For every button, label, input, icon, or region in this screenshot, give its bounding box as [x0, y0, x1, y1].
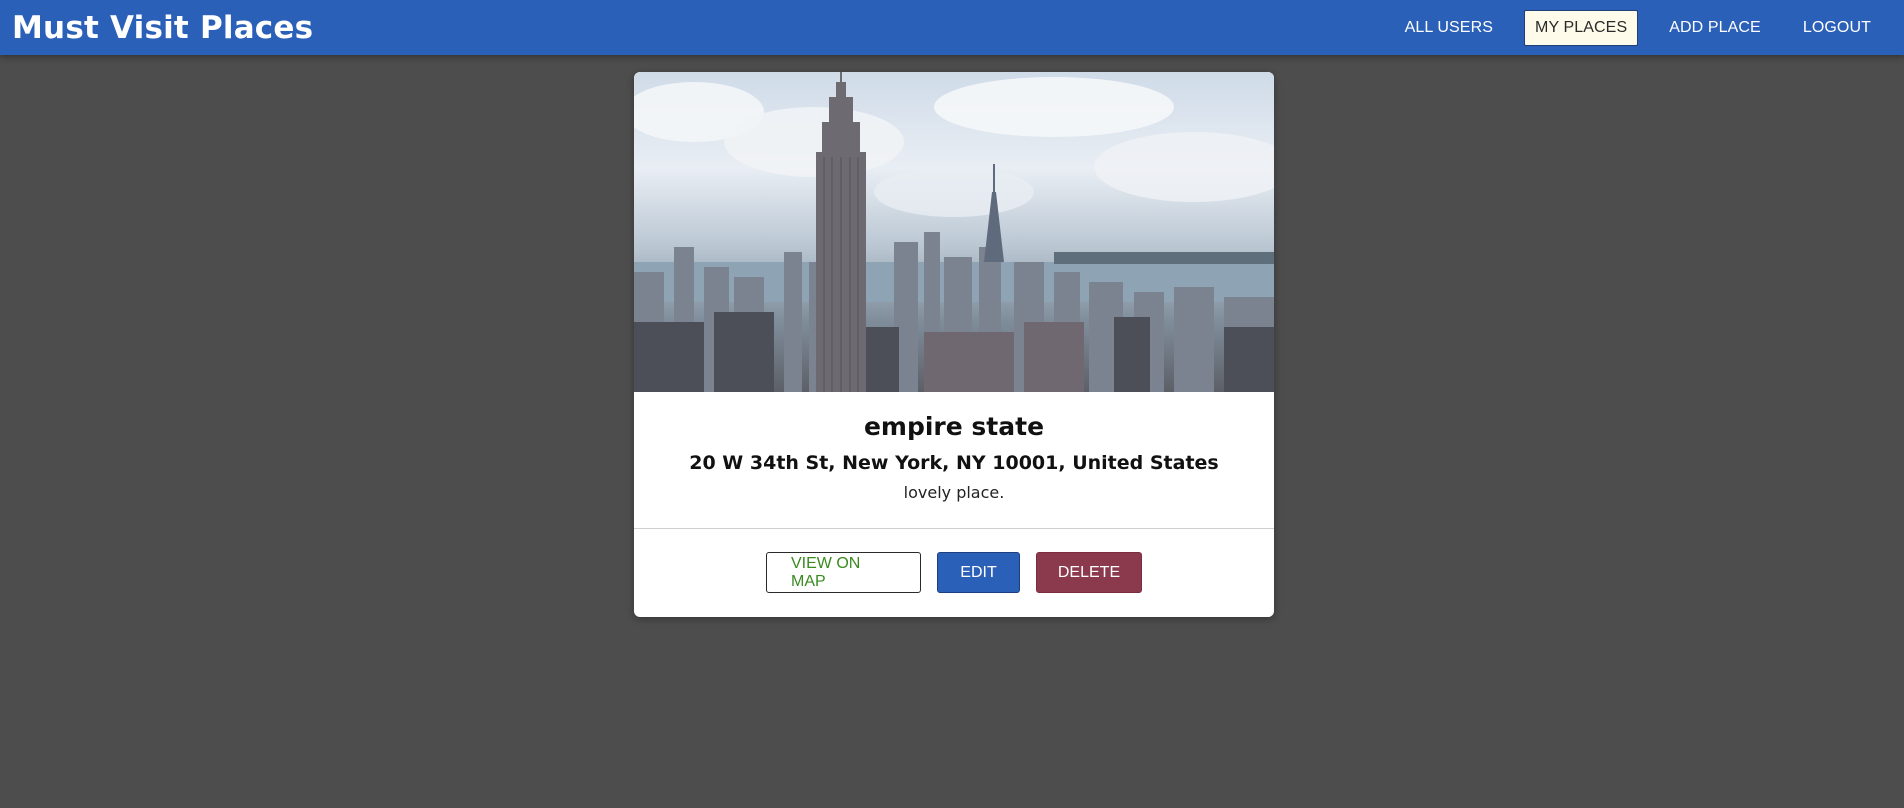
place-image — [634, 72, 1274, 392]
view-on-map-button[interactable]: VIEW ON MAP — [766, 552, 921, 593]
edit-button[interactable]: EDIT — [937, 552, 1020, 593]
place-title: empire state — [863, 412, 1045, 441]
site-brand[interactable]: Must Visit Places — [12, 10, 313, 46]
place-details: empire state 20 W 34th St, New York, NY … — [634, 392, 1274, 502]
place-description: lovely place. — [903, 483, 1005, 502]
main-header: Must Visit Places ALL USERS MY PLACES AD… — [0, 0, 1904, 55]
city-skyline-photo-icon — [634, 72, 1274, 392]
card-divider — [634, 528, 1274, 529]
place-address: 20 W 34th St, New York, NY 10001, United… — [689, 452, 1219, 474]
place-card: empire state 20 W 34th St, New York, NY … — [634, 72, 1274, 617]
nav-logout[interactable]: LOGOUT — [1792, 10, 1882, 46]
delete-button[interactable]: DELETE — [1036, 552, 1142, 593]
place-actions: VIEW ON MAP EDIT DELETE — [634, 552, 1274, 593]
nav-add-place[interactable]: ADD PLACE — [1658, 10, 1772, 46]
nav-all-users[interactable]: ALL USERS — [1394, 10, 1504, 46]
main-nav: ALL USERS MY PLACES ADD PLACE LOGOUT — [1394, 9, 1882, 46]
nav-my-places[interactable]: MY PLACES — [1524, 9, 1639, 46]
